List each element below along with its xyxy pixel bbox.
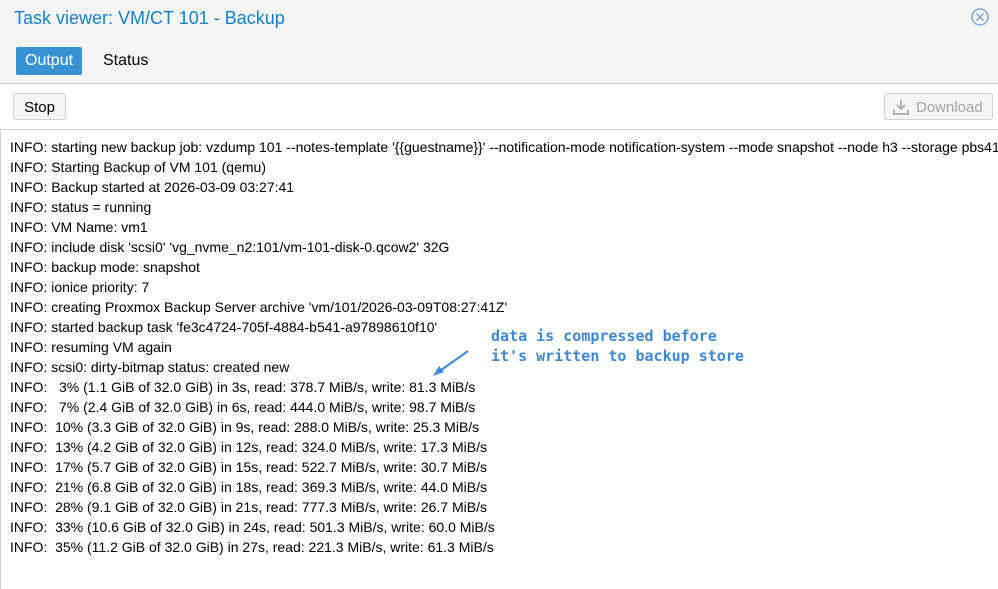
download-icon [893, 100, 909, 115]
tab-status[interactable]: Status [94, 47, 157, 75]
close-icon[interactable] [971, 8, 989, 26]
annotation-line: it's written to backup store [491, 347, 744, 365]
stop-button[interactable]: Stop [13, 93, 66, 120]
log-line: INFO: ionice priority: 7 [10, 279, 150, 295]
tab-output[interactable]: Output [16, 47, 83, 75]
log-line: INFO: creating Proxmox Backup Server arc… [10, 299, 508, 315]
log-line: INFO: 35% (11.2 GiB of 32.0 GiB) in 27s,… [10, 539, 494, 555]
log-line: INFO: started backup task 'fe3c4724-705f… [10, 319, 438, 335]
log-line: INFO: status = running [10, 199, 152, 215]
log-line: INFO: backup mode: snapshot [10, 259, 200, 275]
log-line: INFO: 28% (9.1 GiB of 32.0 GiB) in 21s, … [10, 499, 487, 515]
window-title: Task viewer: VM/CT 101 - Backup [14, 8, 285, 28]
download-button[interactable]: Download [884, 93, 993, 120]
log-line: INFO: scsi0: dirty-bitmap status: create… [10, 359, 290, 375]
annotation-arrow-icon [433, 350, 469, 376]
log-line: INFO: 21% (6.8 GiB of 32.0 GiB) in 18s, … [10, 479, 487, 495]
log-line: INFO: 7% (2.4 GiB of 32.0 GiB) in 6s, re… [10, 399, 476, 415]
log-line: INFO: 17% (5.7 GiB of 32.0 GiB) in 15s, … [10, 459, 487, 475]
log-line: INFO: resuming VM again [10, 339, 172, 355]
toolbar: Stop Download [0, 84, 998, 130]
log-line: INFO: VM Name: vm1 [10, 219, 148, 235]
log-line: INFO: 10% (3.3 GiB of 32.0 GiB) in 9s, r… [10, 419, 480, 435]
log-line: INFO: starting new backup job: vzdump 10… [10, 139, 998, 155]
log-line: INFO: Backup started at 2026-03-09 03:27… [10, 179, 295, 195]
tab-bar: Output Status [0, 38, 998, 84]
annotation-note: data is compressed before it's written t… [491, 326, 744, 366]
log-line: INFO: 13% (4.2 GiB of 32.0 GiB) in 12s, … [10, 439, 487, 455]
download-label: Download [916, 99, 983, 116]
window-header: Task viewer: VM/CT 101 - Backup [0, 0, 998, 39]
annotation-line: data is compressed before [491, 327, 717, 345]
log-line: INFO: 33% (10.6 GiB of 32.0 GiB) in 24s,… [10, 519, 495, 535]
log-line: INFO: include disk 'scsi0' 'vg_nvme_n2:1… [10, 239, 450, 255]
log-line: INFO: Starting Backup of VM 101 (qemu) [10, 159, 266, 175]
log-line: INFO: 3% (1.1 GiB of 32.0 GiB) in 3s, re… [10, 379, 476, 395]
